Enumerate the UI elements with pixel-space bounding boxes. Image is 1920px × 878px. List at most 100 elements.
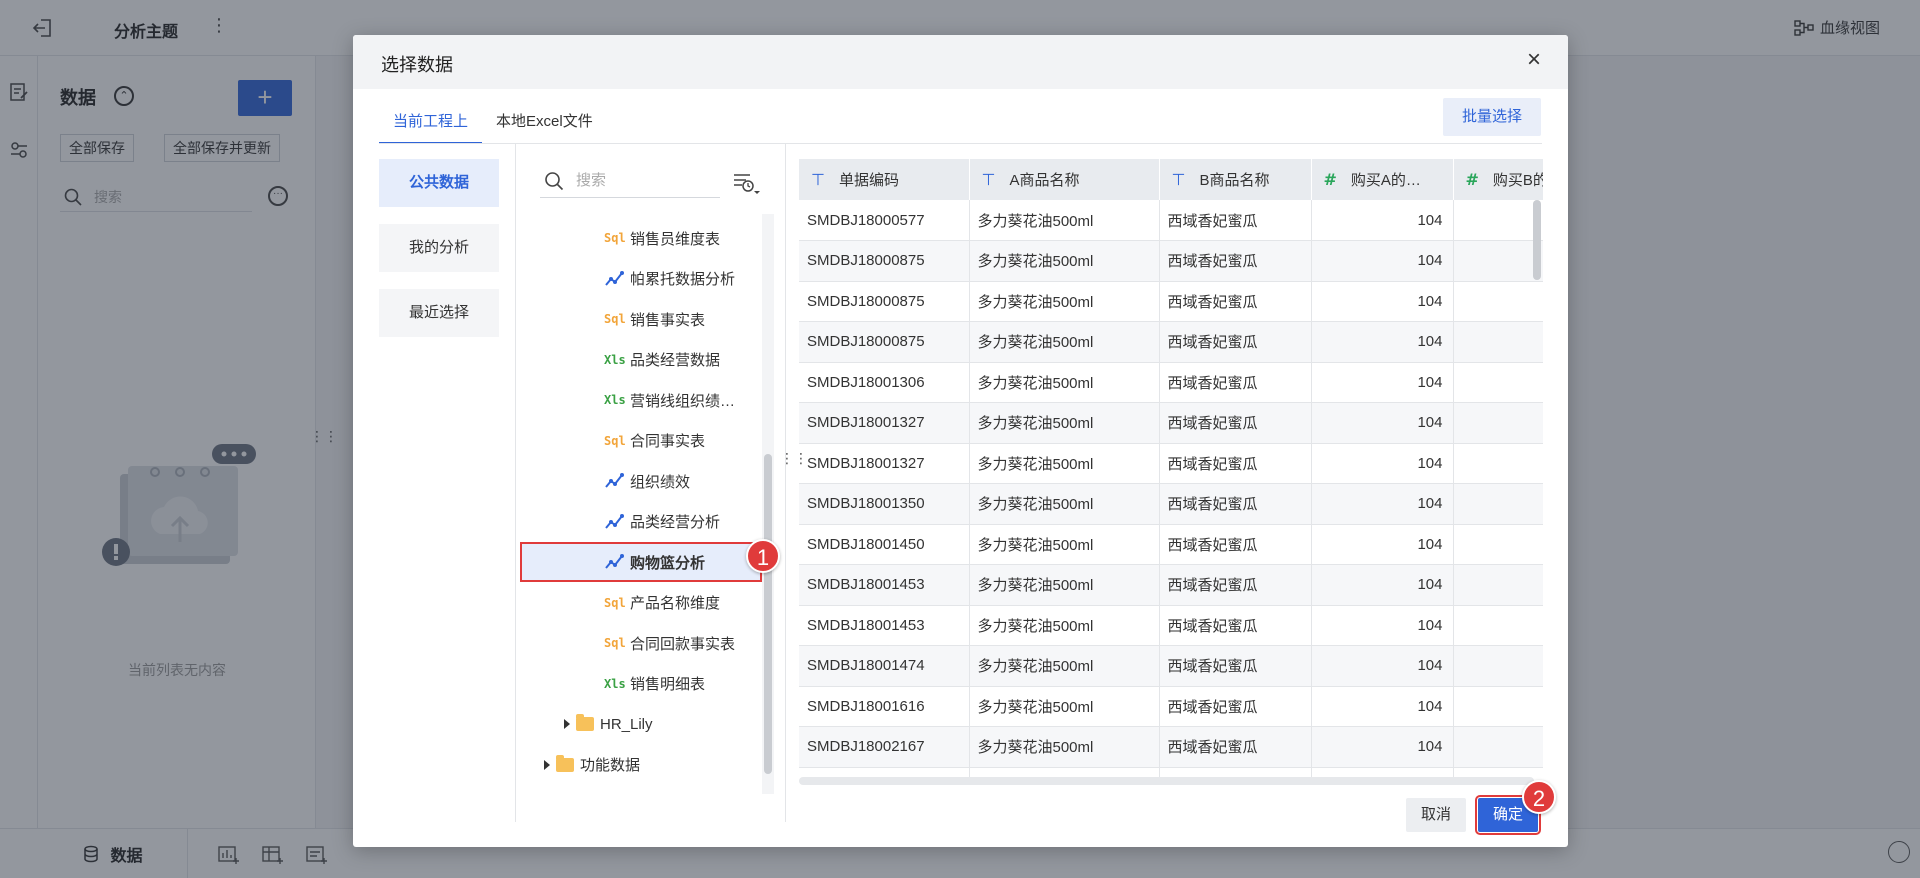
table-cell: 104 <box>1311 686 1454 727</box>
sql-icon: Sql <box>604 636 626 650</box>
tree-scrollbar-thumb[interactable] <box>764 454 772 774</box>
table-cell: 104 <box>1311 321 1454 363</box>
table-row[interactable]: SMDBJ18001453 多力葵花油500ml 西域香妃蜜瓜 104 <box>799 605 1543 646</box>
tree-item[interactable]: 组织绩效 <box>604 463 690 499</box>
table-row[interactable]: SMDBJ18001306 多力葵花油500ml 西域香妃蜜瓜 104 <box>799 362 1543 403</box>
table-cell <box>1453 321 1543 363</box>
sql-icon: Sql <box>604 231 626 245</box>
table-cell: 多力葵花油500ml <box>969 321 1160 363</box>
column-header: ⊤ A商品名称 <box>969 159 1160 200</box>
table-row[interactable]: SMDBJ18002167 多力葵花油500ml 西域香妃蜜瓜 104 <box>799 726 1543 768</box>
column-header: ⊤ 单据编码 <box>799 159 970 200</box>
data-preview-table: ⊤ 单据编码 ⊤ A商品名称 ⊤ B商品名称 # 购买A的… # 购买B的 SMDBJ18… <box>799 159 1543 785</box>
tree-item[interactable]: 品类经营分析 <box>604 504 720 540</box>
tree-item[interactable]: Xls 营销线组织绩… <box>604 382 735 418</box>
table-row[interactable]: SMDBJ18000875 多力葵花油500ml 西域香妃蜜瓜 104 <box>799 281 1543 322</box>
select-data-dialog: 选择数据 × 当前工程上 本地Excel文件 批量选择 公共数据 我的分析 最近… <box>353 35 1568 847</box>
filter-sort-icon[interactable] <box>732 172 760 196</box>
column-label: 购买B的 <box>1492 172 1543 189</box>
table-cell: SMDBJ18000875 <box>799 321 970 363</box>
close-icon[interactable]: × <box>1522 48 1546 73</box>
column-label: 购买A的… <box>1350 172 1421 189</box>
table-row[interactable]: SMDBJ18001350 多力葵花油500ml 西域香妃蜜瓜 104 <box>799 483 1543 525</box>
table-cell: 多力葵花油500ml <box>969 281 1160 322</box>
tree-item[interactable]: 帕累托数据分析 <box>604 261 735 297</box>
tree-item-label: 销售员维度表 <box>630 230 721 248</box>
tree-item-label: 组织绩效 <box>630 473 691 491</box>
tab-current-project[interactable]: 当前工程上 <box>379 89 483 144</box>
cancel-button[interactable]: 取消 <box>1406 798 1466 832</box>
table-cell: SMDBJ18001306 <box>799 362 970 403</box>
table-cell: SMDBJ18001453 <box>799 564 970 606</box>
table-cell: 西域香妃蜜瓜 <box>1159 483 1312 525</box>
tree-scrollbar[interactable] <box>762 214 774 794</box>
table-cell: 西域香妃蜜瓜 <box>1159 321 1312 363</box>
table-vertical-scrollbar[interactable] <box>1533 200 1541 280</box>
table-cell <box>1453 726 1543 768</box>
category-public-data[interactable]: 公共数据 <box>379 159 499 207</box>
number-field-icon: # <box>1465 170 1479 189</box>
table-cell: SMDBJ18001450 <box>799 524 970 565</box>
table-cell: 西域香妃蜜瓜 <box>1159 362 1312 403</box>
tree-item-label: 销售事实表 <box>630 311 706 329</box>
tree-folder-functional-data[interactable]: 功能数据 <box>544 747 640 783</box>
tree-item-selected[interactable]: 购物篮分析 <box>520 542 762 582</box>
table-row[interactable]: SMDBJ18001474 多力葵花油500ml 西域香妃蜜瓜 104 <box>799 645 1543 687</box>
table-row[interactable]: SMDBJ18000875 多力葵花油500ml 西域香妃蜜瓜 104 <box>799 321 1543 363</box>
dialog-header: 选择数据 × <box>353 35 1568 89</box>
table-row[interactable]: SMDBJ18001327 多力葵花油500ml 西域香妃蜜瓜 104 <box>799 443 1543 484</box>
table-cell: 多力葵花油500ml <box>969 402 1160 444</box>
category-recent[interactable]: 最近选择 <box>379 289 499 337</box>
table-cell: 西域香妃蜜瓜 <box>1159 524 1312 565</box>
step-badge-1: 1 <box>746 539 780 573</box>
dialog-title: 选择数据 <box>381 55 453 75</box>
data-tree-panel: 搜索 Sql 销售员维度表 帕累托数据分析 Sql 销售事实表 Xls 品类经营数据 … <box>515 144 786 822</box>
tree-item[interactable]: Xls 销售明细表 <box>604 666 705 702</box>
table-cell <box>1453 362 1543 403</box>
table-body: SMDBJ18000577 多力葵花油500ml 西域香妃蜜瓜 104 SMDBJ180… <box>799 200 1543 785</box>
table-row[interactable]: SMDBJ18001327 多力葵花油500ml 西域香妃蜜瓜 104 <box>799 402 1543 444</box>
table-row[interactable]: SMDBJ18000875 多力葵花油500ml 西域香妃蜜瓜 104 <box>799 240 1543 282</box>
column-label: 单据编码 <box>838 172 899 189</box>
text-field-icon: ⊤ <box>981 170 996 189</box>
expand-arrow-icon[interactable] <box>544 759 550 770</box>
category-my-analysis[interactable]: 我的分析 <box>379 224 499 272</box>
folder-icon <box>556 754 574 772</box>
expand-arrow-icon[interactable] <box>564 719 570 729</box>
tab-local-excel[interactable]: 本地Excel文件 <box>482 89 607 144</box>
table-cell: 多力葵花油500ml <box>969 686 1160 727</box>
table-cell: 西域香妃蜜瓜 <box>1159 686 1312 727</box>
table-cell <box>1453 483 1543 525</box>
table-cell: 西域香妃蜜瓜 <box>1159 564 1312 606</box>
tree-item[interactable]: Sql 销售员维度表 <box>604 220 720 256</box>
table-cell: 多力葵花油500ml <box>969 524 1160 565</box>
tree-item[interactable]: Sql 合同回款事实表 <box>604 625 735 661</box>
tree-item[interactable]: Sql 合同事实表 <box>604 423 705 459</box>
table-row[interactable]: SMDBJ18001453 多力葵花油500ml 西域香妃蜜瓜 104 <box>799 564 1543 606</box>
tree-search-input[interactable]: 搜索 <box>540 164 720 198</box>
text-field-icon: ⊤ <box>1171 170 1186 189</box>
table-horizontal-scrollbar[interactable] <box>799 777 1534 785</box>
tree-item[interactable]: Sql 产品名称维度 <box>604 585 720 621</box>
table-cell: SMDBJ18001616 <box>799 686 970 727</box>
tree-item-label: 品类经营分析 <box>630 514 721 531</box>
xls-icon: Xls <box>604 676 626 691</box>
column-label: A商品名称 <box>1009 172 1080 189</box>
table-cell <box>1453 281 1543 322</box>
table-row[interactable]: SMDBJ18001616 多力葵花油500ml 西域香妃蜜瓜 104 <box>799 686 1543 727</box>
tree-item[interactable]: Xls 品类经营数据 <box>604 342 720 378</box>
table-cell <box>1453 240 1543 282</box>
table-cell: 西域香妃蜜瓜 <box>1159 402 1312 444</box>
table-cell: SMDBJ18001327 <box>799 402 970 444</box>
tree-item-label: 合同回款事实表 <box>630 635 736 653</box>
table-cell: SMDBJ18000875 <box>799 240 970 282</box>
tree-folder-hr-lily[interactable]: HR_Lily <box>564 706 653 742</box>
table-row[interactable]: SMDBJ18000577 多力葵花油500ml 西域香妃蜜瓜 104 <box>799 200 1543 241</box>
number-field-icon: # <box>1323 170 1337 189</box>
batch-select-button[interactable]: 批量选择 <box>1443 98 1541 136</box>
table-cell: 西域香妃蜜瓜 <box>1159 726 1312 768</box>
table-cell: 多力葵花油500ml <box>969 564 1160 606</box>
tree-item[interactable]: Sql 销售事实表 <box>604 301 705 337</box>
table-cell: 多力葵花油500ml <box>969 362 1160 403</box>
table-row[interactable]: SMDBJ18001450 多力葵花油500ml 西域香妃蜜瓜 104 <box>799 524 1543 565</box>
